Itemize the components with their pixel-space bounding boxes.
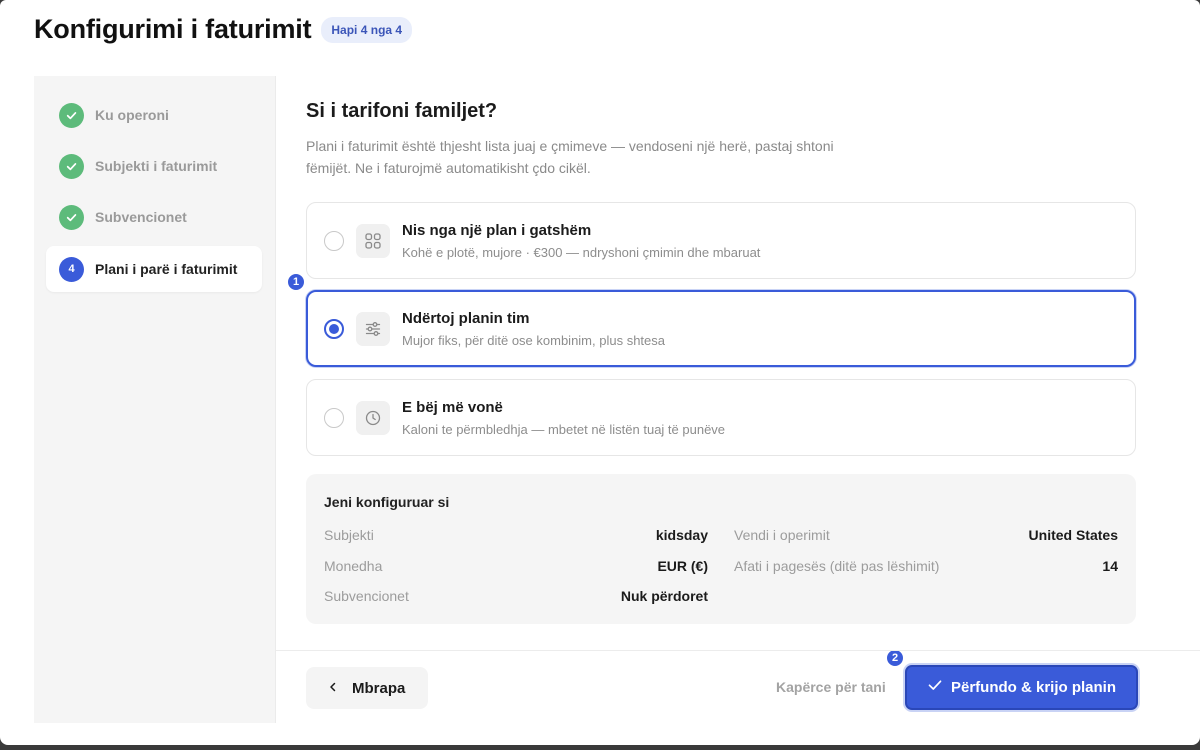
sidebar-step-subvencionet[interactable]: Subvencionet — [46, 194, 262, 240]
summary-value-afati: 14 — [1102, 558, 1118, 574]
clock-icon — [356, 401, 390, 435]
option-title: E bëj më vonë — [402, 399, 503, 416]
back-button[interactable]: Mbrapa — [306, 667, 428, 709]
footer-divider — [276, 650, 1200, 651]
question-subtitle: Plani i faturimit është thjesht lista ju… — [306, 138, 834, 176]
summary-label-vendi: Vendi i operimit — [734, 527, 830, 543]
main-content: Si i tarifoni familjet? Plani i faturimi… — [306, 100, 1136, 179]
summary-value-vendi: United States — [1028, 527, 1118, 543]
back-button-label: Mbrapa — [352, 679, 406, 697]
step-badge: Hapi 4 nga 4 — [321, 16, 413, 43]
option-ready-plan[interactable]: Nis nga një plan i gatshëm Kohë e plotë,… — [306, 202, 1136, 279]
summary-value-monedha: EUR (€) — [657, 558, 708, 574]
step-label: Ku operoni — [95, 107, 169, 123]
sliders-icon — [356, 312, 390, 346]
summary-title: Jeni konfiguruar si — [324, 494, 450, 510]
option-description: Kohë e plotë, mujore · €300 — ndryshoni … — [402, 245, 761, 260]
check-icon — [59, 153, 84, 179]
summary-value-subjekti: kidsday — [655, 527, 708, 543]
summary-label-subjekti: Subjekti — [324, 527, 374, 543]
option-custom-plan[interactable]: Ndërtoj planin tim Mujor fiks, për ditë … — [306, 290, 1136, 367]
steps-sidebar: Ku operoni Subjekti i faturimit Subvenci… — [34, 76, 276, 723]
radio-button-selected[interactable] — [324, 319, 344, 339]
chevron-left-icon — [328, 679, 338, 697]
option-later[interactable]: E bëj më vonë Kaloni te përmbledhja — mb… — [306, 379, 1136, 456]
sidebar-step-subjekti[interactable]: Subjekti i faturimit — [46, 143, 262, 189]
sidebar-step-ku-operoni[interactable]: Ku operoni — [46, 92, 262, 138]
finish-button-label: Përfundo & krijo planin — [950, 679, 1116, 696]
sidebar-step-plani[interactable]: 4 Plani i parë i faturimit — [46, 246, 262, 292]
summary-label-subvencionet: Subvencionet — [324, 588, 409, 604]
summary-value-subvencionet: Nuk përdoret — [620, 588, 708, 604]
question-title: Si i tarifoni familjet? — [306, 100, 498, 122]
radio-button[interactable] — [324, 231, 344, 251]
check-icon — [59, 102, 84, 128]
option-description: Mujor fiks, për ditë ose kombinim, plus … — [402, 333, 665, 348]
grid-icon — [356, 224, 390, 258]
page-title: Konfigurimi i faturimit — [34, 14, 312, 44]
summary-label-monedha: Monedha — [324, 558, 383, 574]
option-title: Ndërtoj planin tim — [402, 310, 530, 327]
annotation-marker-1: 1 — [286, 272, 306, 292]
radio-button[interactable] — [324, 408, 344, 428]
app-window: Konfigurimi i faturimit Hapi 4 nga 4 Ku … — [0, 0, 1200, 745]
skip-button[interactable]: Kapërce për tani — [776, 679, 886, 695]
step-number: 4 — [59, 256, 84, 282]
option-description: Kaloni te përmbledhja — mbetet në listën… — [402, 422, 726, 437]
step-label: Subjekti i faturimit — [95, 158, 218, 174]
finish-create-plan-button[interactable]: Përfundo & krijo planin — [905, 665, 1138, 710]
check-icon — [927, 677, 943, 698]
annotation-marker-2: 2 — [885, 648, 905, 668]
option-title: Nis nga një plan i gatshëm — [402, 222, 592, 239]
radio-dot — [329, 324, 339, 334]
header: Konfigurimi i faturimit Hapi 4 nga 4 — [34, 14, 413, 45]
summary-label-afati: Afati i pagesës (ditë pas lëshimit) — [734, 558, 940, 574]
step-label: Subvencionet — [95, 209, 187, 225]
step-label: Plani i parë i faturimit — [95, 261, 238, 277]
check-icon — [59, 204, 84, 230]
configuration-summary: Jeni konfiguruar si Subjekti kidsday Mon… — [306, 474, 1136, 624]
